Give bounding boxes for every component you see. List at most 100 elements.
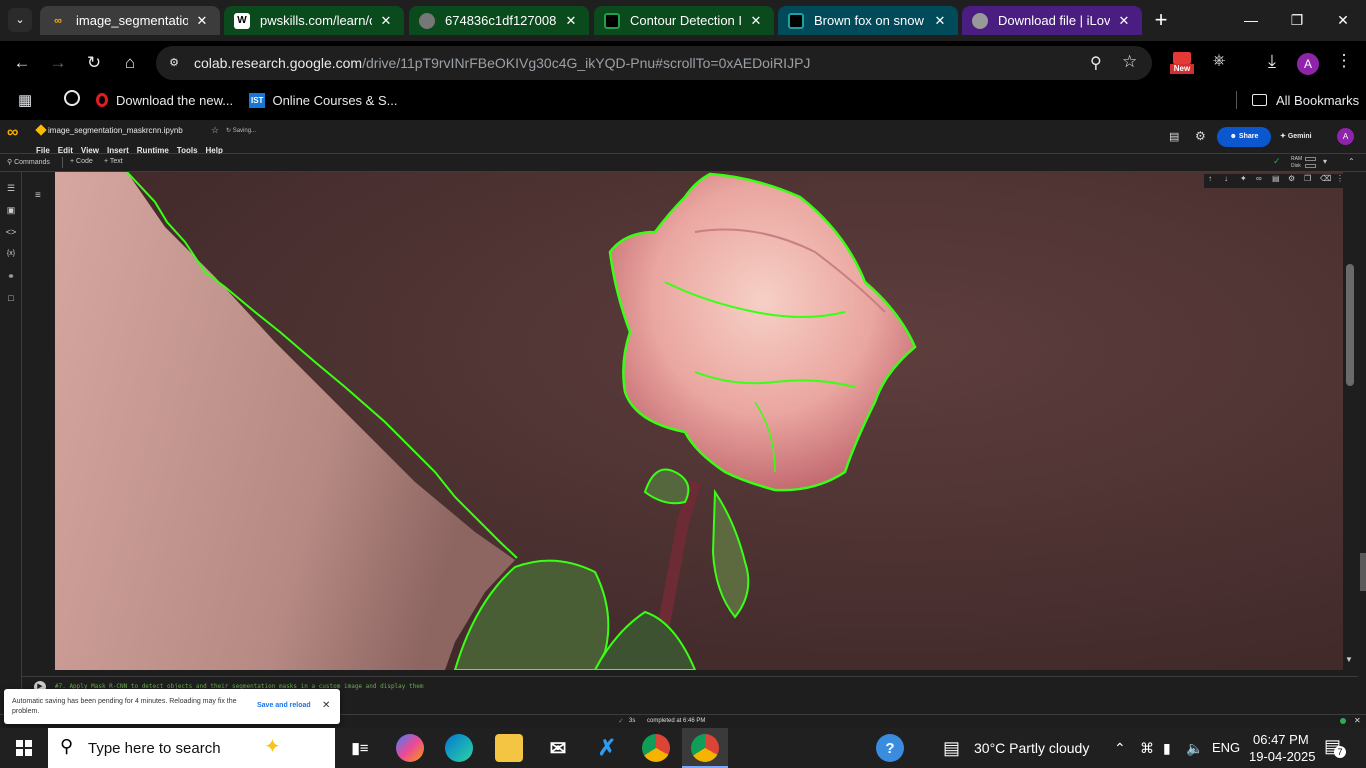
gemini-button[interactable]: ✦ Gemini	[1280, 127, 1312, 147]
close-icon[interactable]: ✕	[194, 13, 210, 29]
browser-tab-fox[interactable]: Brown fox on snow fi ✕	[778, 6, 958, 35]
browser-tab-pwskills[interactable]: W pwskills.com/learn/co ✕	[224, 6, 404, 35]
language-indicator[interactable]: ENG	[1212, 728, 1240, 768]
output-scrollbar[interactable]: ▼	[1343, 172, 1358, 670]
close-icon[interactable]: ✕	[563, 13, 579, 29]
link-icon[interactable]: ∞	[1256, 174, 1262, 183]
colab-logo-icon[interactable]: ∞	[7, 124, 18, 142]
close-icon[interactable]: ✕	[1116, 13, 1132, 29]
colab-profile-avatar[interactable]: A	[1337, 128, 1354, 145]
volume-icon[interactable]: 🔈	[1186, 728, 1203, 768]
url-path: /drive/11pT9rvINrFBeOKIVg30c4G_ikYQD-Pnu…	[362, 55, 811, 71]
weather-text[interactable]: 30°C Partly cloudy	[974, 728, 1089, 768]
left-sidebar: ☰ ▣ <> {x} ⚭ □	[0, 172, 22, 712]
browser-menu-icon[interactable]: ⋮	[1334, 51, 1354, 75]
show-hidden-icons[interactable]: ⌃	[1114, 728, 1126, 768]
windows-start-icon[interactable]	[16, 740, 32, 756]
add-code-button[interactable]: + Code	[70, 158, 93, 165]
page-scrollbar-thumb[interactable]	[1360, 553, 1366, 591]
add-text-button[interactable]: + Text	[104, 158, 123, 165]
bookmark-star-icon[interactable]: ☆	[1122, 52, 1137, 72]
close-icon[interactable]: ✕	[748, 13, 764, 29]
tab-search-button[interactable]: ⌄	[8, 8, 32, 32]
collapse-header-icon[interactable]: ⌃	[1348, 157, 1355, 166]
cell-settings-icon[interactable]: ⚙	[1288, 174, 1295, 183]
bookmark-opera[interactable]: Download the new...	[96, 90, 233, 110]
resource-monitor[interactable]: RAM Disk	[1288, 155, 1318, 171]
close-toast-icon[interactable]: ✕	[322, 700, 330, 711]
file-explorer-icon[interactable]	[495, 734, 523, 762]
runtime-dropdown-icon[interactable]: ▾	[1323, 157, 1327, 166]
extension-new-icon[interactable]: New	[1170, 52, 1194, 76]
move-down-icon[interactable]: ↓	[1224, 174, 1228, 183]
save-and-reload-button[interactable]: Save and reload	[257, 702, 311, 709]
edge-icon[interactable]	[445, 734, 473, 762]
reload-icon[interactable]: ↻	[80, 49, 108, 77]
minimize-icon[interactable]: —	[1236, 8, 1266, 32]
new-tab-button[interactable]: +	[1148, 6, 1174, 34]
chrome-active-taskbar-item[interactable]	[682, 728, 728, 768]
chrome-icon[interactable]	[642, 734, 670, 762]
browser-tab-ilovepdf[interactable]: Download file | iLoveI ✕	[962, 6, 1142, 35]
site-info-icon[interactable]: ⚙	[166, 55, 182, 71]
browser-toolbar: ← → ↻ ⌂ ⚙ colab.research.google.com/driv…	[0, 41, 1366, 85]
battery-icon[interactable]: ▮	[1163, 728, 1171, 768]
downloads-icon[interactable]: ⤓	[1260, 51, 1284, 75]
delete-icon[interactable]: ⌫	[1320, 174, 1331, 183]
variables-icon[interactable]: {x}	[4, 247, 18, 261]
address-bar[interactable]: ⚙ colab.research.google.com/drive/11pT9r…	[156, 46, 1152, 80]
close-window-icon[interactable]: ✕	[1328, 8, 1358, 32]
settings-gear-icon[interactable]: ⚙	[1195, 129, 1206, 143]
scroll-down-icon[interactable]: ▼	[1345, 655, 1353, 664]
scrollbar-thumb[interactable]	[1346, 264, 1354, 386]
browser-tab-colab[interactable]: ∞ image_segmentation_ ✕	[40, 6, 220, 35]
colab-logo-icon: ∞	[54, 14, 62, 27]
gemini-cell-icon[interactable]: ✦	[1240, 174, 1247, 183]
taskbar-search-box[interactable]: ⚲ Type here to search ✦	[48, 728, 335, 768]
close-status-icon[interactable]: ✕	[1354, 716, 1361, 725]
extensions-puzzle-icon[interactable]: ⎈	[1208, 52, 1230, 74]
back-icon[interactable]: ←	[8, 49, 36, 77]
comments-icon[interactable]: ▤	[1169, 130, 1179, 143]
comment-icon[interactable]: ▤	[1272, 174, 1280, 183]
find-replace-icon[interactable]: ▣	[4, 203, 18, 217]
secrets-key-icon[interactable]: ⚭	[4, 269, 18, 283]
star-icon[interactable]: ☆	[211, 125, 219, 136]
forward-icon[interactable]: →	[44, 49, 72, 77]
url-text[interactable]: colab.research.google.com/drive/11pT9rvI…	[194, 46, 810, 80]
vscode-icon[interactable]: ✗	[593, 734, 621, 762]
all-bookmarks[interactable]: All Bookmarks	[1252, 90, 1359, 110]
clock-time[interactable]: 06:47 PM	[1253, 732, 1309, 747]
clock-date[interactable]: 19-04-2025	[1249, 749, 1316, 764]
notebook-title[interactable]: image_segmentation_maskrcnn.ipynb	[48, 126, 183, 135]
search-placeholder: Type here to search	[88, 740, 221, 757]
network-icon[interactable]: ⌘	[1140, 728, 1154, 768]
browser-tab-contour[interactable]: Contour Detection In ✕	[594, 6, 774, 35]
output-actions-icon[interactable]: ≡	[35, 190, 41, 201]
home-icon[interactable]: ⌂	[116, 49, 144, 77]
url-host: colab.research.google.com	[194, 55, 363, 71]
files-folder-icon[interactable]: □	[4, 291, 18, 305]
profile-avatar[interactable]: A	[1297, 53, 1319, 75]
mail-icon[interactable]: ✉	[544, 734, 572, 762]
bookmark-ist[interactable]: IST Online Courses & S...	[249, 90, 397, 110]
share-button[interactable]: ☻ Share	[1217, 127, 1271, 147]
close-icon[interactable]: ✕	[378, 13, 394, 29]
status-check-icon: ✓	[618, 718, 624, 725]
help-icon[interactable]: ?	[876, 734, 904, 762]
apps-grid-icon[interactable]: ▦	[18, 91, 32, 109]
table-of-contents-icon[interactable]: ☰	[4, 181, 18, 195]
commands-button[interactable]: ⚲ Commands	[7, 158, 50, 166]
zoom-icon[interactable]: ⚲	[1090, 53, 1102, 73]
close-icon[interactable]: ✕	[932, 13, 948, 29]
browser-tab-file[interactable]: 674836c1df12700814 ✕	[409, 6, 589, 35]
chrome-web-icon[interactable]	[64, 90, 80, 106]
restore-icon[interactable]: ❐	[1282, 8, 1312, 32]
task-view-icon[interactable]: ▮≡	[346, 734, 374, 762]
mirror-cell-icon[interactable]: ❐	[1304, 174, 1311, 183]
drive-icon	[35, 124, 47, 136]
move-up-icon[interactable]: ↑	[1208, 174, 1212, 183]
code-snippets-icon[interactable]: <>	[4, 225, 18, 239]
copilot-icon[interactable]	[396, 734, 424, 762]
notifications-icon[interactable]: ▤ 7	[1324, 736, 1346, 758]
